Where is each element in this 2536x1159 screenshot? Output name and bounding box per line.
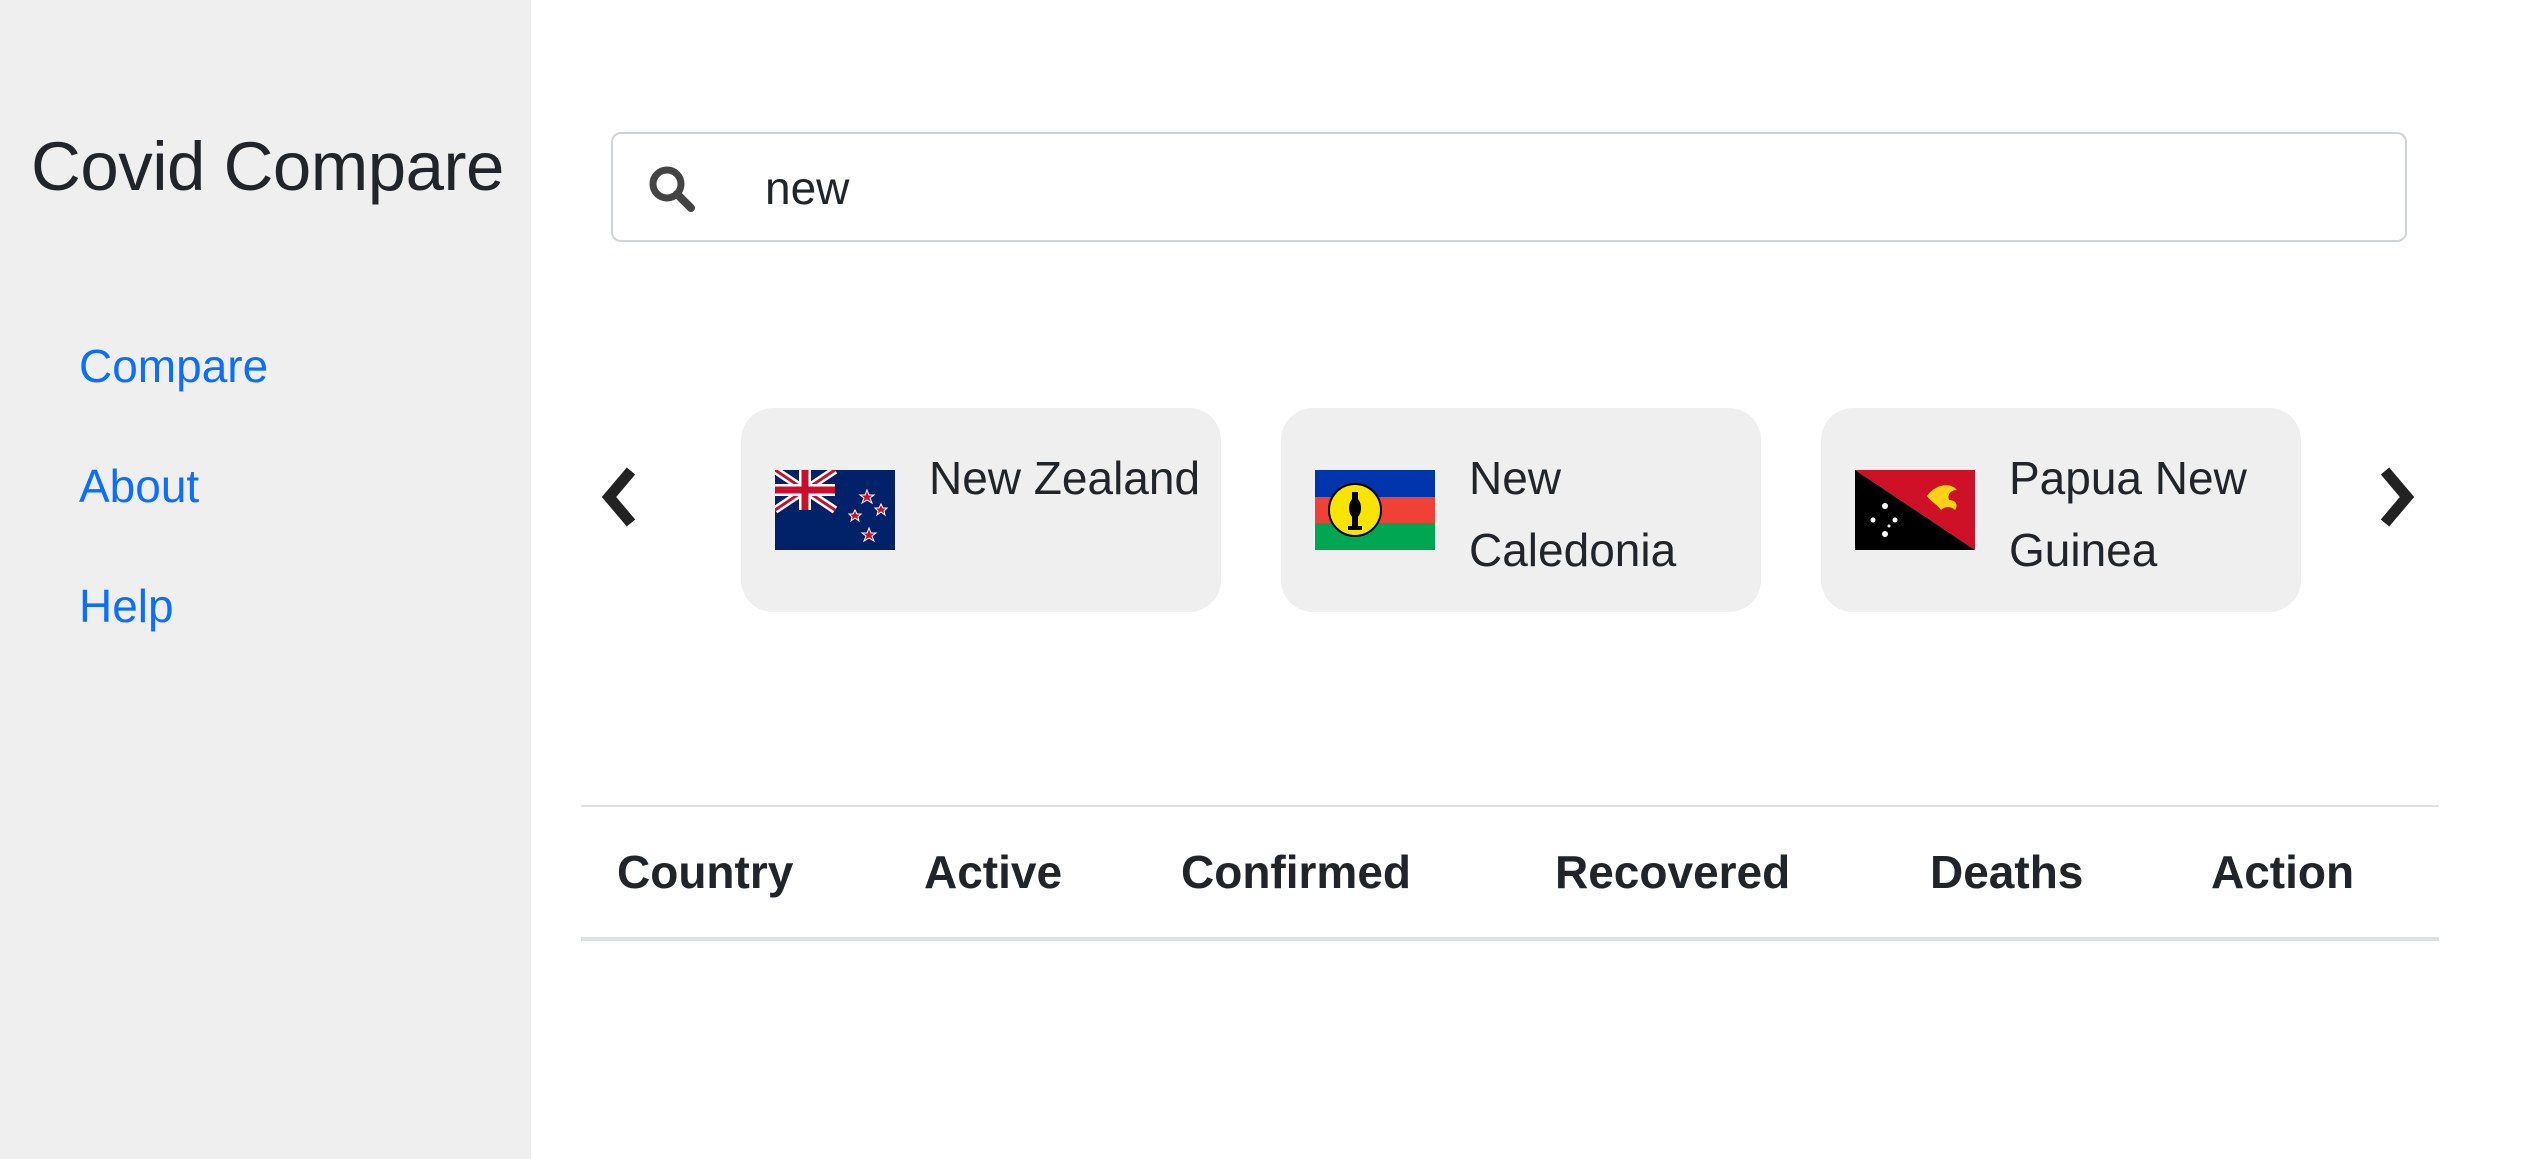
column-header-recovered: Recovered <box>1555 846 1791 898</box>
chevron-left-icon <box>601 467 636 527</box>
column-header-deaths: Deaths <box>1930 846 2084 898</box>
nav-link-compare[interactable]: Compare <box>79 336 268 396</box>
column-header-confirmed: Confirmed <box>1181 846 1411 898</box>
column-header-country: Country <box>617 846 794 898</box>
country-name: New Caledonia <box>1469 452 1677 576</box>
search-input[interactable] <box>765 150 2365 226</box>
new-caledonia-flag-icon <box>1315 470 1435 550</box>
country-card-new-caledonia[interactable]: New Caledonia <box>1281 408 1761 612</box>
carousel-prev-button[interactable] <box>589 452 649 542</box>
column-header-active: Active <box>924 846 1063 898</box>
papua-new-guinea-flag-icon <box>1855 470 1975 550</box>
country-name: New Zealand <box>929 452 1201 504</box>
country-card-new-zealand[interactable]: New Zealand <box>741 408 1221 612</box>
new-zealand-flag-icon <box>775 470 895 550</box>
country-card-papua-new-guinea[interactable]: Papua New Guinea <box>1821 408 2301 612</box>
carousel-next-button[interactable] <box>2367 452 2427 542</box>
sidebar: Covid Compare Compare About Help <box>0 0 531 1159</box>
nav-link-about[interactable]: About <box>79 456 199 516</box>
app-title: Covid Compare <box>31 128 504 205</box>
country-name: Papua New Guinea <box>2009 452 2247 576</box>
nav-link-help[interactable]: Help <box>79 576 174 636</box>
comparison-table: Country Active Confirmed Recovered Death… <box>581 805 2439 941</box>
main-content: New Zealand New Caledonia Pap <box>531 0 2536 1159</box>
search-icon <box>649 166 695 212</box>
chevron-right-icon <box>2380 467 2415 527</box>
search-bar[interactable] <box>611 132 2407 242</box>
column-header-action: Action <box>2211 846 2355 898</box>
